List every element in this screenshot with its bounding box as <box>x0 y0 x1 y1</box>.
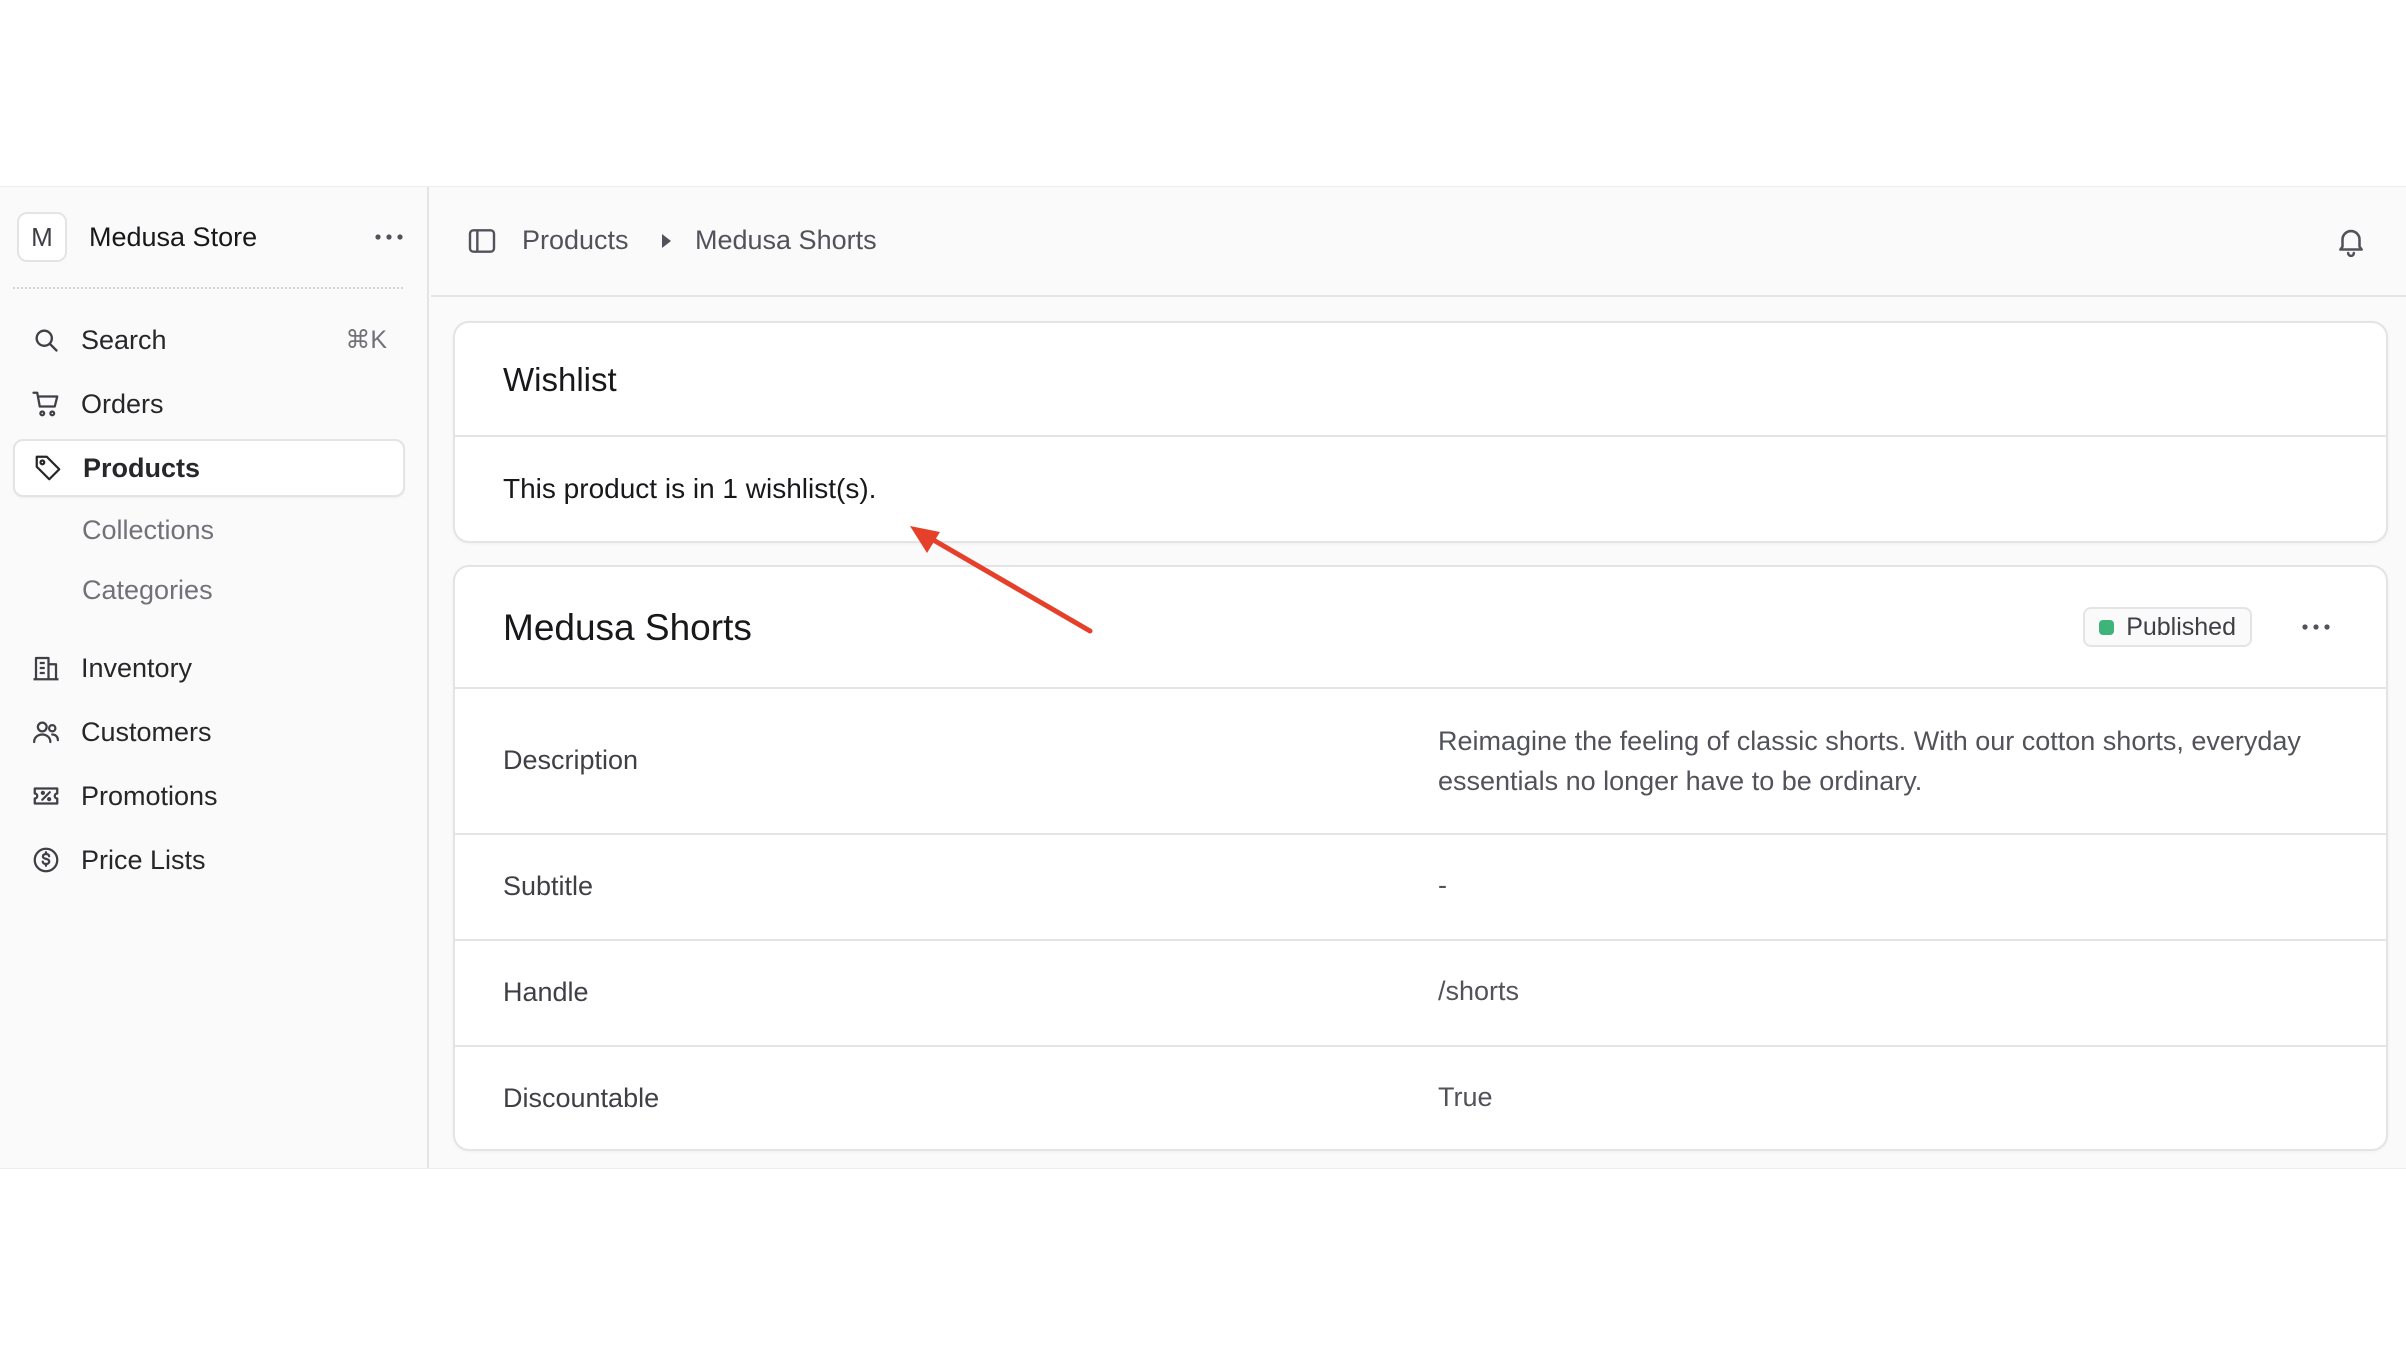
status-dot-icon <box>2099 619 2115 635</box>
field-row-subtitle: Subtitle - <box>455 833 2386 939</box>
store-avatar: M <box>17 212 67 262</box>
field-value: True <box>1438 1082 1493 1112</box>
sidebar-item-label: Orders <box>81 388 164 419</box>
field-value: Reimagine the feeling of classic shorts.… <box>1438 726 2301 796</box>
sidebar-item-label: Price Lists <box>81 844 206 875</box>
store-menu-icon[interactable] <box>369 219 409 255</box>
field-label: Discountable <box>503 1083 660 1113</box>
field-row-discountable: Discountable True <box>455 1045 2386 1151</box>
status-badge: Published <box>2083 607 2252 647</box>
wishlist-card: Wishlist This product is in 1 wishlist(s… <box>453 321 2388 543</box>
sidebar: M Medusa Store Search ⌘K Orders Products <box>0 187 429 1168</box>
tag-icon <box>29 449 67 487</box>
admin-app: M Medusa Store Search ⌘K Orders Products <box>0 186 2406 1169</box>
currency-dollar-icon <box>27 841 65 879</box>
sidebar-item-orders[interactable]: Orders <box>13 375 405 433</box>
divider <box>455 435 2386 437</box>
triangle-right-icon <box>659 231 677 253</box>
field-label: Subtitle <box>503 871 594 901</box>
sidebar-subitem-categories[interactable]: Categories <box>82 575 213 606</box>
product-general-card: Medusa Shorts Published Description Reim… <box>453 565 2388 1151</box>
status-label: Published <box>2126 612 2236 641</box>
sidebar-item-inventory[interactable]: Inventory <box>13 639 405 697</box>
sidebar-toggle-icon[interactable] <box>466 225 500 259</box>
sidebar-item-search[interactable]: Search ⌘K <box>13 311 405 369</box>
field-row-description: Description Reimagine the feeling of cla… <box>455 687 2386 833</box>
store-switcher[interactable]: M Medusa Store <box>17 211 409 263</box>
sidebar-item-label: Customers <box>81 716 212 747</box>
sidebar-item-label: Inventory <box>81 652 193 683</box>
breadcrumb-products[interactable]: Products <box>522 225 629 256</box>
sidebar-item-promotions[interactable]: Promotions <box>13 767 405 825</box>
search-shortcut: ⌘K <box>345 326 387 354</box>
sidebar-subitem-collections[interactable]: Collections <box>82 515 214 546</box>
users-icon <box>27 713 65 751</box>
breadcrumb-current: Medusa Shorts <box>695 225 877 255</box>
field-row-handle: Handle /shorts <box>455 939 2386 1045</box>
wishlist-count-text: This product is in 1 wishlist(s). <box>503 473 877 504</box>
cart-icon <box>27 385 65 423</box>
sidebar-item-products[interactable]: Products <box>13 439 405 497</box>
product-actions-icon[interactable] <box>2298 611 2334 643</box>
field-label: Handle <box>503 977 589 1007</box>
search-icon <box>27 321 65 359</box>
bell-icon[interactable] <box>2334 223 2370 261</box>
sidebar-divider <box>13 287 403 289</box>
sidebar-item-label: Promotions <box>81 780 218 811</box>
wishlist-title: Wishlist <box>503 361 617 398</box>
sidebar-item-customers[interactable]: Customers <box>13 703 405 761</box>
field-value: /shorts <box>1438 976 1520 1006</box>
building-icon <box>27 649 65 687</box>
sidebar-item-label: Search <box>81 324 167 355</box>
store-name: Medusa Store <box>89 221 258 252</box>
sidebar-item-label: Products <box>83 452 201 483</box>
top-bar: Products Medusa Shorts <box>431 187 2406 297</box>
receipt-percent-icon <box>27 777 65 815</box>
sidebar-item-price-lists[interactable]: Price Lists <box>13 831 405 889</box>
product-title: Medusa Shorts <box>503 607 752 648</box>
field-value: - <box>1438 870 1447 900</box>
field-label: Description <box>503 745 639 775</box>
